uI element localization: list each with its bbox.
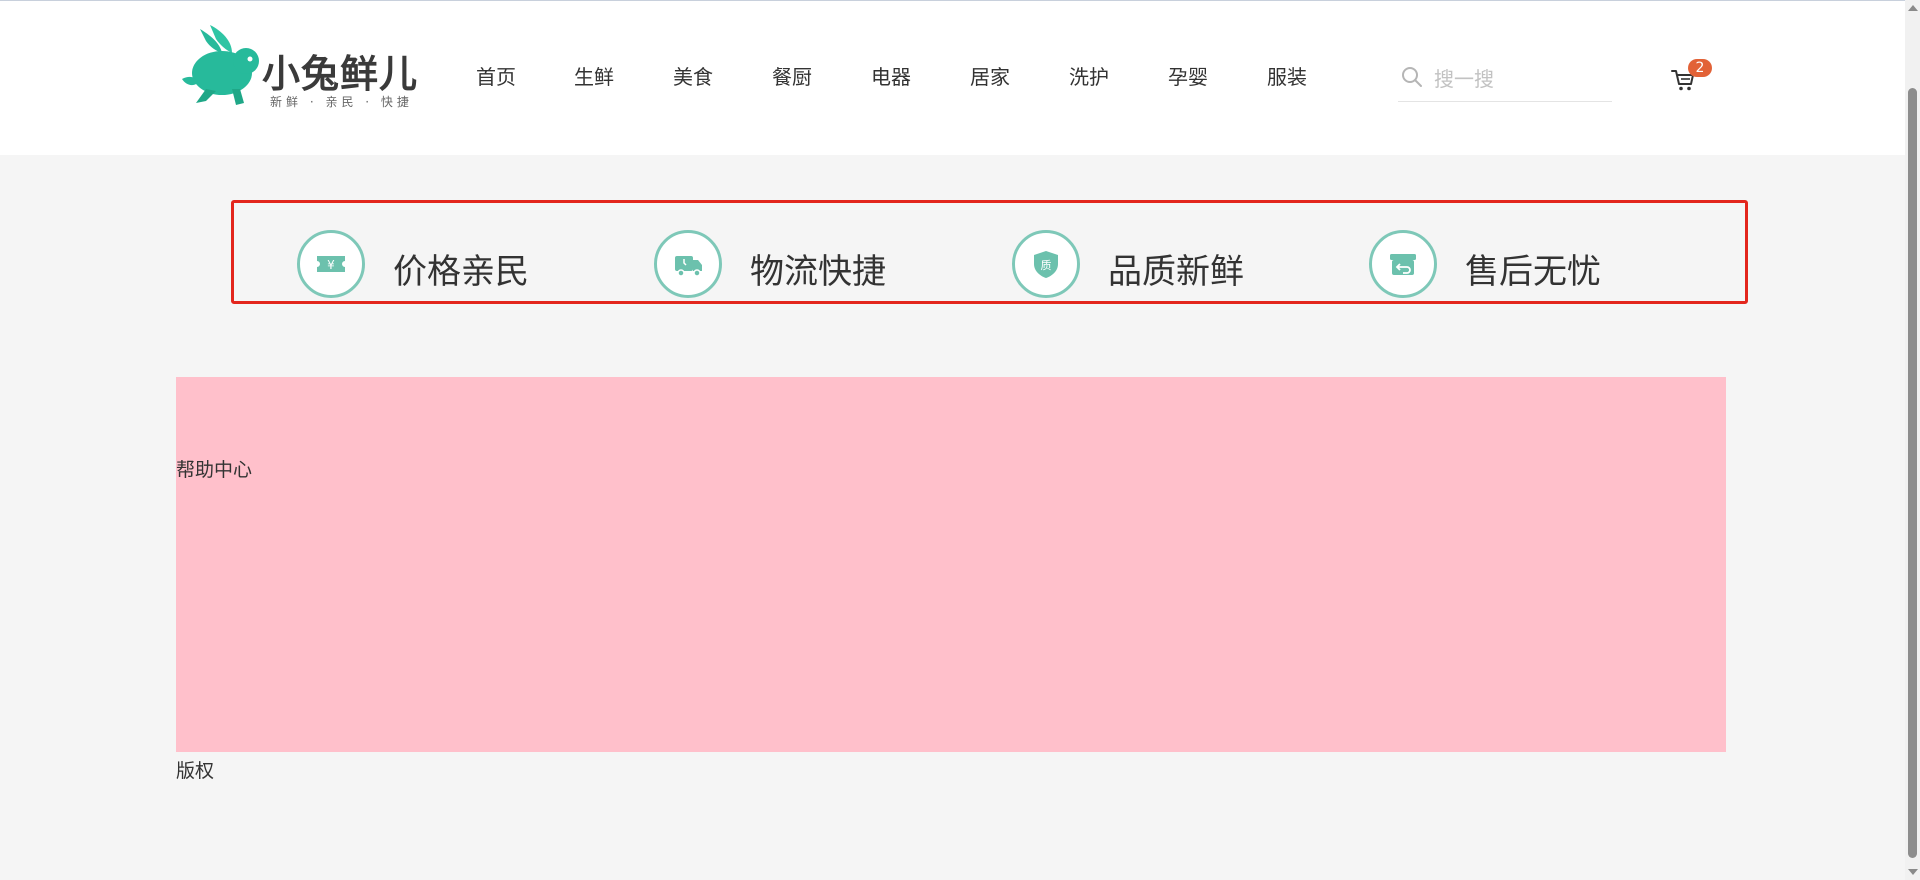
search-box <box>1398 61 1612 102</box>
service-label: 品质新鲜 <box>1108 252 1244 292</box>
scrollbar-thumb[interactable] <box>1908 88 1917 858</box>
delivery-truck-icon <box>654 230 722 298</box>
search-icon <box>1402 67 1422 87</box>
service-label: 价格亲民 <box>393 252 529 292</box>
service-highlights: ¥ 价格亲民 物流快捷 质 品质新鲜 售后无忧 <box>231 200 1748 304</box>
nav-item-clothing[interactable]: 服装 <box>1267 61 1307 90</box>
nav-item-home[interactable]: 首页 <box>476 61 516 90</box>
quality-shield-icon: 质 <box>1012 230 1080 298</box>
return-box-icon <box>1369 230 1437 298</box>
scroll-up-arrow-icon[interactable] <box>1908 5 1918 11</box>
vertical-scrollbar[interactable] <box>1905 0 1920 880</box>
copyright-text: 版权 <box>176 760 215 782</box>
search-input[interactable] <box>1432 61 1606 97</box>
nav-item-baby[interactable]: 孕婴 <box>1168 61 1208 90</box>
nav-item-home-living[interactable]: 居家 <box>970 61 1010 90</box>
price-tag-icon: ¥ <box>297 230 365 298</box>
cart-count-badge: 2 <box>1688 59 1712 77</box>
help-center-section: 帮助中心 <box>176 377 1726 752</box>
svg-text:¥: ¥ <box>327 258 335 272</box>
site-header: 小兔鲜儿 新鲜 · 亲民 · 快捷 首页 生鲜 美食 餐厨 电器 居家 洗护 孕… <box>0 1 1905 155</box>
nav-item-fresh[interactable]: 生鲜 <box>574 61 614 90</box>
service-label: 物流快捷 <box>750 252 886 292</box>
service-label: 售后无忧 <box>1465 252 1601 292</box>
main-nav: 首页 生鲜 美食 餐厨 电器 居家 洗护 孕婴 服装 <box>0 1 1905 155</box>
scroll-down-arrow-icon[interactable] <box>1908 869 1918 875</box>
nav-item-care[interactable]: 洗护 <box>1069 61 1109 90</box>
nav-item-appliances[interactable]: 电器 <box>871 61 911 90</box>
nav-item-kitchen[interactable]: 餐厨 <box>772 61 812 90</box>
svg-text:质: 质 <box>1041 259 1052 272</box>
help-center-label: 帮助中心 <box>176 459 253 481</box>
nav-item-food[interactable]: 美食 <box>673 61 713 90</box>
